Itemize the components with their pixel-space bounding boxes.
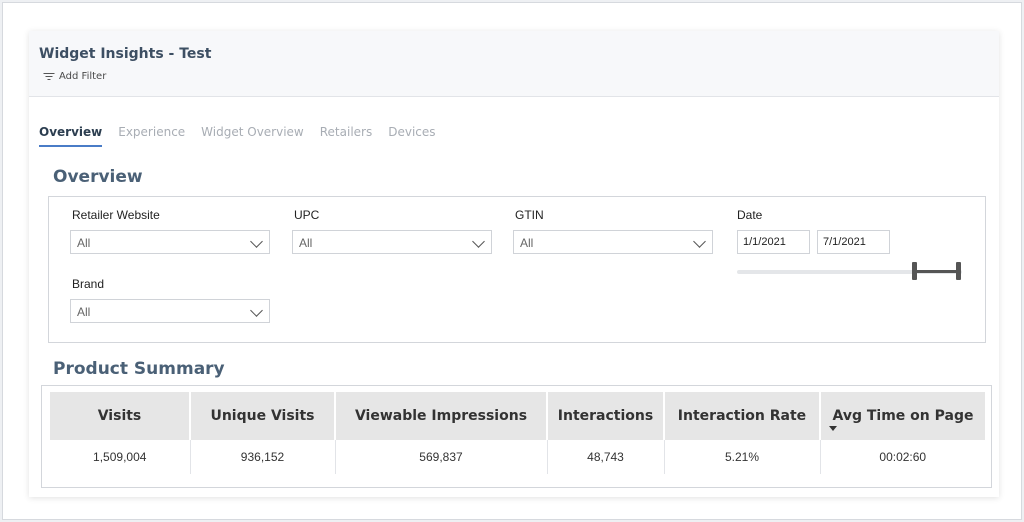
add-filter-button[interactable]: Add Filter [43,71,106,82]
upc-select[interactable]: All [292,230,492,254]
gtin-select[interactable]: All [513,230,713,254]
cell-unique-visits: 936,152 [189,440,335,474]
date-slider-start-handle[interactable] [912,262,917,280]
date-end-input[interactable]: 7/1/2021 [817,230,890,254]
retailer-website-select[interactable]: All [70,230,270,254]
retailer-website-value: All [77,236,91,250]
product-summary-title: Product Summary [53,359,225,379]
chevron-down-icon [472,235,485,248]
column-header-interactions[interactable]: Interactions [546,392,664,440]
cell-visits: 1,509,004 [93,450,147,464]
gtin-value: All [520,236,534,250]
column-header-avg-time-on-page[interactable]: Avg Time on Page [819,392,985,440]
cell-interactions: 48,743 [546,440,664,474]
tab-widget-overview[interactable]: Widget Overview [201,125,304,147]
overview-title: Overview [53,167,143,187]
chevron-down-icon [250,235,263,248]
gtin-label: GTIN [515,208,544,222]
table-row: 1,509,004 936,152 569,837 48,743 5.21% 0… [50,440,985,474]
table-header-row: Visits Unique Visits Viewable Impression… [50,392,985,440]
product-summary-table: Visits Unique Visits Viewable Impression… [41,385,992,488]
tab-retailers[interactable]: Retailers [320,125,372,147]
column-header-viewable-impressions[interactable]: Viewable Impressions [334,392,547,440]
date-slider-end-handle[interactable] [956,262,961,280]
column-header-interaction-rate[interactable]: Interaction Rate [663,392,820,440]
add-filter-label: Add Filter [59,71,107,82]
avg-time-on-page-label: Avg Time on Page [832,408,974,424]
tab-overview[interactable]: Overview [39,125,103,147]
filters-panel: Retailer Website All UPC All GTIN All Da… [48,196,986,343]
page-title: Widget Insights - Test [39,46,212,62]
page-header: Widget Insights - Test Add Filter [29,31,999,97]
app-frame: Widget Insights - Test Add Filter Overvi… [2,2,1022,520]
date-start-input[interactable]: 1/1/2021 [737,230,810,254]
cell-avg-time-on-page: 00:02:60 [819,440,985,474]
tab-experience[interactable]: Experience [118,125,185,147]
brand-value: All [77,305,91,319]
brand-label: Brand [72,277,105,291]
retailer-website-label: Retailer Website [72,208,160,222]
filter-icon [43,72,54,81]
date-label: Date [737,208,763,222]
widget-card: Widget Insights - Test Add Filter Overvi… [29,31,999,497]
upc-value: All [299,236,313,250]
column-header-visits[interactable]: Visits [50,392,190,440]
date-range-selection [915,270,959,273]
upc-label: UPC [294,208,320,222]
column-header-unique-visits[interactable]: Unique Visits [189,392,335,440]
tab-bar: Overview Experience Widget Overview Reta… [39,125,436,147]
cell-viewable-impressions: 569,837 [334,440,547,474]
sort-descending-icon[interactable] [829,426,837,431]
cell-interaction-rate: 5.21% [663,440,820,474]
brand-select[interactable]: All [70,299,270,323]
chevron-down-icon [250,304,263,317]
chevron-down-icon [693,235,706,248]
tab-devices[interactable]: Devices [388,125,435,147]
